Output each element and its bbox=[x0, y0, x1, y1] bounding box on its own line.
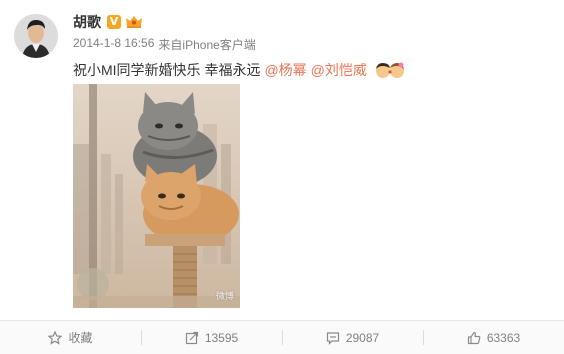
username[interactable]: 胡歌 bbox=[73, 12, 101, 32]
like-count: 63363 bbox=[486, 330, 521, 345]
repost-icon bbox=[185, 331, 198, 344]
image-watermark: 微博 bbox=[215, 291, 234, 301]
post-meta: 2014-1-8 16:56 来自 iPhone客户端 bbox=[73, 36, 256, 53]
verified-badge-icon: V bbox=[107, 15, 121, 29]
mention-link[interactable]: @刘恺威 bbox=[311, 60, 367, 80]
comment-icon bbox=[326, 331, 339, 345]
kiss-emoji-icon bbox=[375, 62, 404, 78]
comment-button[interactable]: 29087 bbox=[282, 321, 423, 354]
post-header: 胡歌 V bbox=[73, 12, 143, 32]
avatar[interactable] bbox=[14, 14, 58, 58]
post-image[interactable]: 微博 bbox=[73, 84, 240, 308]
action-bar: 收藏 13595 29087 63363 bbox=[0, 320, 564, 354]
timestamp[interactable]: 2014-1-8 16:56 bbox=[73, 36, 154, 53]
client-link[interactable]: iPhone客户端 bbox=[182, 36, 255, 53]
weibo-post: 胡歌 V 2014-1-8 16:56 来自 iPhone客户端 祝小MI同学新… bbox=[0, 0, 564, 354]
favorite-label: 收藏 bbox=[68, 331, 93, 345]
source-prefix: 来自 bbox=[158, 38, 183, 52]
thumbs-up-icon bbox=[467, 331, 481, 344]
mention-link[interactable]: @杨幂 bbox=[264, 60, 306, 80]
star-icon bbox=[48, 330, 63, 345]
crown-icon bbox=[126, 16, 142, 28]
favorite-button[interactable]: 收藏 bbox=[0, 321, 141, 354]
repost-button[interactable]: 13595 bbox=[141, 321, 282, 354]
repost-count: 13595 bbox=[204, 330, 239, 345]
post-text: 祝小MI同学新婚快乐 幸福永远 @杨幂 @刘恺威 bbox=[73, 60, 407, 80]
like-button[interactable]: 63363 bbox=[423, 321, 564, 354]
post-body: 祝小MI同学新婚快乐 幸福永远 bbox=[73, 62, 261, 78]
comment-count: 29087 bbox=[345, 330, 380, 345]
